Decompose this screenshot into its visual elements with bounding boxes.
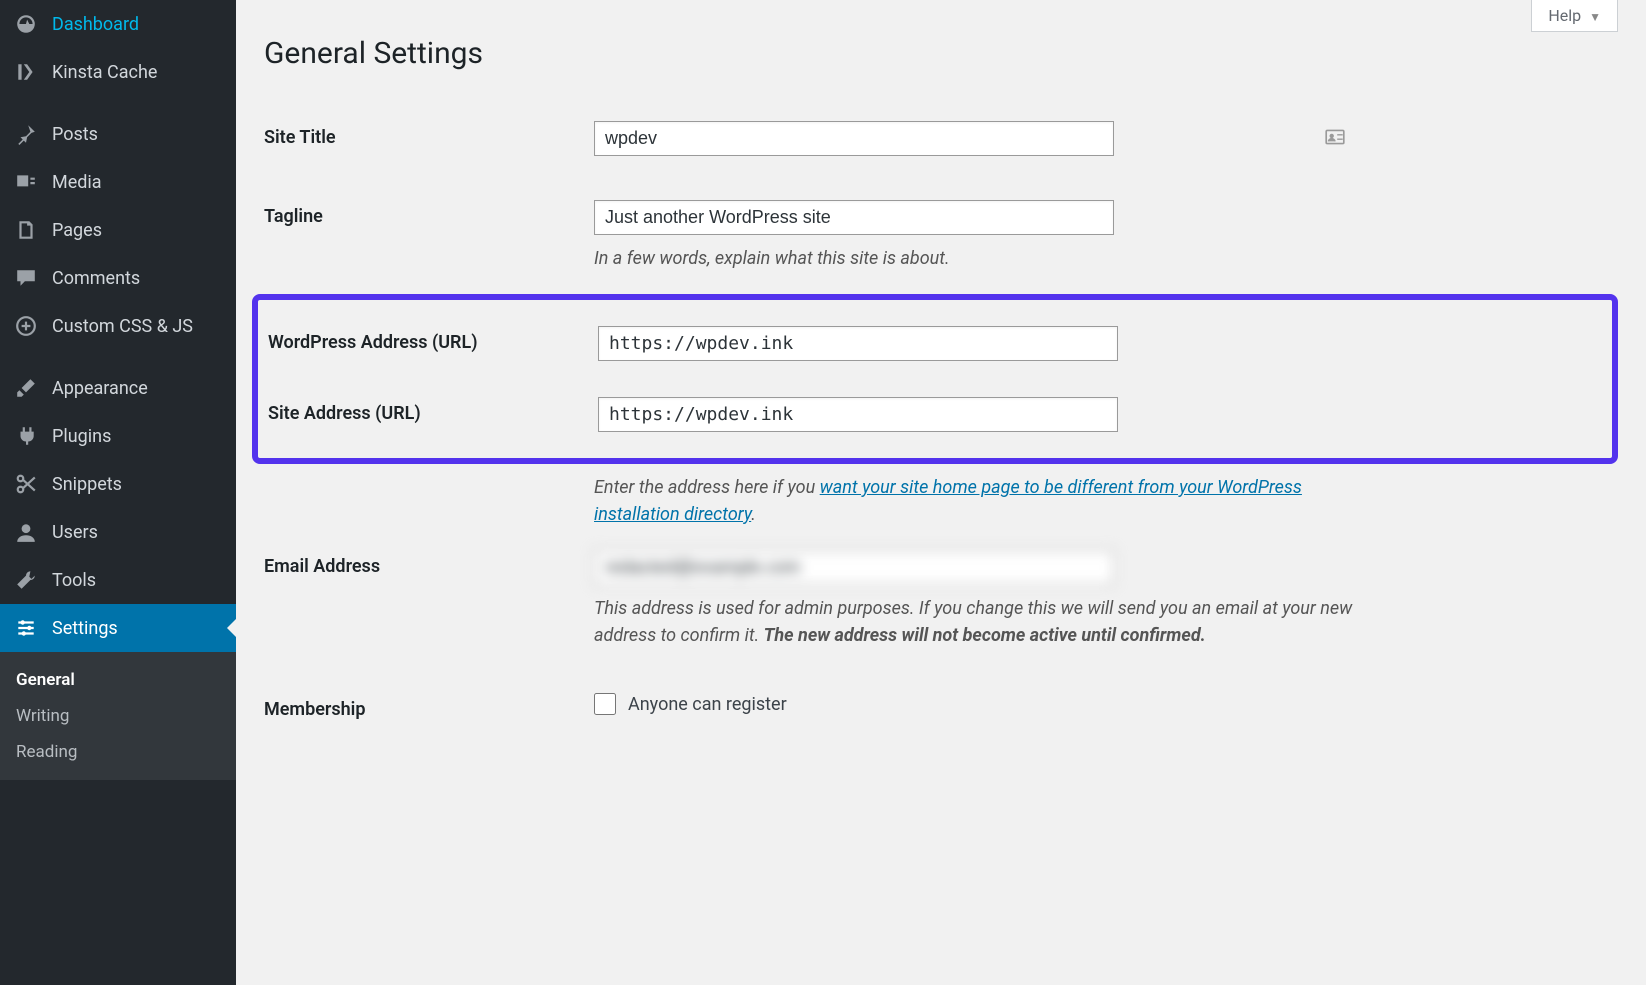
settings-submenu: General Writing Reading [0,652,236,780]
sidebar-item-label: Pages [52,220,102,241]
page-icon [12,218,40,242]
sidebar-item-media[interactable]: Media [0,158,236,206]
site-title-input[interactable] [594,121,1114,156]
sidebar-item-appearance[interactable]: Appearance [0,364,236,412]
sidebar-item-label: Tools [52,570,96,591]
sidebar-item-comments[interactable]: Comments [0,254,236,302]
submenu-item-general[interactable]: General [0,662,236,698]
plug-icon [12,424,40,448]
media-icon [12,170,40,194]
label-site-title: Site Title [264,121,594,148]
menu-separator [0,96,236,110]
site-address-input[interactable] [598,397,1118,432]
user-icon [12,520,40,544]
email-input[interactable] [594,550,1114,585]
sidebar-item-custom-css-js[interactable]: Custom CSS & JS [0,302,236,350]
dashboard-icon [12,12,40,36]
sidebar-item-label: Custom CSS & JS [52,316,193,337]
plus-circle-icon [12,314,40,338]
sidebar-item-label: Posts [52,124,98,145]
menu-separator [0,350,236,364]
sidebar-item-label: Users [52,522,98,543]
content-area: Help ▼ General Settings Site Title Tagli… [236,0,1646,985]
sidebar-item-label: Appearance [52,378,148,399]
vcard-icon [1324,126,1346,152]
settings-form: Site Title Tagline In a few words, expla… [264,99,1618,742]
page-title: General Settings [264,36,1618,71]
row-email: Email Address This address is used for a… [264,528,1618,671]
brush-icon [12,376,40,400]
sidebar-item-label: Dashboard [52,14,139,35]
label-wp-address: WordPress Address (URL) [268,326,598,353]
tagline-description: In a few words, explain what this site i… [594,245,1354,272]
submenu-item-reading[interactable]: Reading [0,734,236,770]
tagline-input[interactable] [594,200,1114,235]
pin-icon [12,122,40,146]
url-highlight-box: WordPress Address (URL) Site Address (UR… [252,294,1618,464]
kinsta-icon [12,60,40,84]
sidebar-item-label: Comments [52,268,140,289]
sidebar-item-tools[interactable]: Tools [0,556,236,604]
row-site-title: Site Title [264,99,1618,178]
submenu-item-writing[interactable]: Writing [0,698,236,734]
label-email: Email Address [264,550,594,577]
help-label: Help [1548,6,1581,25]
sidebar-item-dashboard[interactable]: Dashboard [0,0,236,48]
row-membership: Membership Anyone can register [264,671,1618,742]
comment-icon [12,266,40,290]
sidebar-item-pages[interactable]: Pages [0,206,236,254]
row-site-address: Site Address (URL) [268,379,1602,450]
sidebar-item-posts[interactable]: Posts [0,110,236,158]
wrench-icon [12,568,40,592]
sidebar-item-users[interactable]: Users [0,508,236,556]
admin-sidebar: Dashboard Kinsta Cache Posts Media Pages… [0,0,236,985]
sidebar-item-settings[interactable]: Settings [0,604,236,652]
membership-checkbox-label: Anyone can register [628,694,787,715]
membership-checkbox-wrap[interactable]: Anyone can register [594,693,1354,715]
email-description: This address is used for admin purposes.… [594,595,1354,649]
sidebar-item-snippets[interactable]: Snippets [0,460,236,508]
label-site-address: Site Address (URL) [268,397,598,424]
sidebar-item-kinsta-cache[interactable]: Kinsta Cache [0,48,236,96]
sidebar-item-label: Media [52,172,102,193]
chevron-down-icon: ▼ [1589,10,1601,24]
sidebar-item-label: Settings [52,618,118,639]
scissors-icon [12,472,40,496]
site-address-description: Enter the address here if you want your … [594,474,1354,528]
sidebar-item-plugins[interactable]: Plugins [0,412,236,460]
row-wp-address: WordPress Address (URL) [268,308,1602,379]
label-tagline: Tagline [264,200,594,227]
sidebar-item-label: Snippets [52,474,122,495]
wp-address-input[interactable] [598,326,1118,361]
label-membership: Membership [264,693,594,720]
row-tagline: Tagline In a few words, explain what thi… [264,178,1618,294]
sidebar-item-label: Plugins [52,426,111,447]
sidebar-item-label: Kinsta Cache [52,62,157,83]
membership-checkbox[interactable] [594,693,616,715]
help-tab[interactable]: Help ▼ [1531,0,1618,32]
sliders-icon [12,616,40,640]
